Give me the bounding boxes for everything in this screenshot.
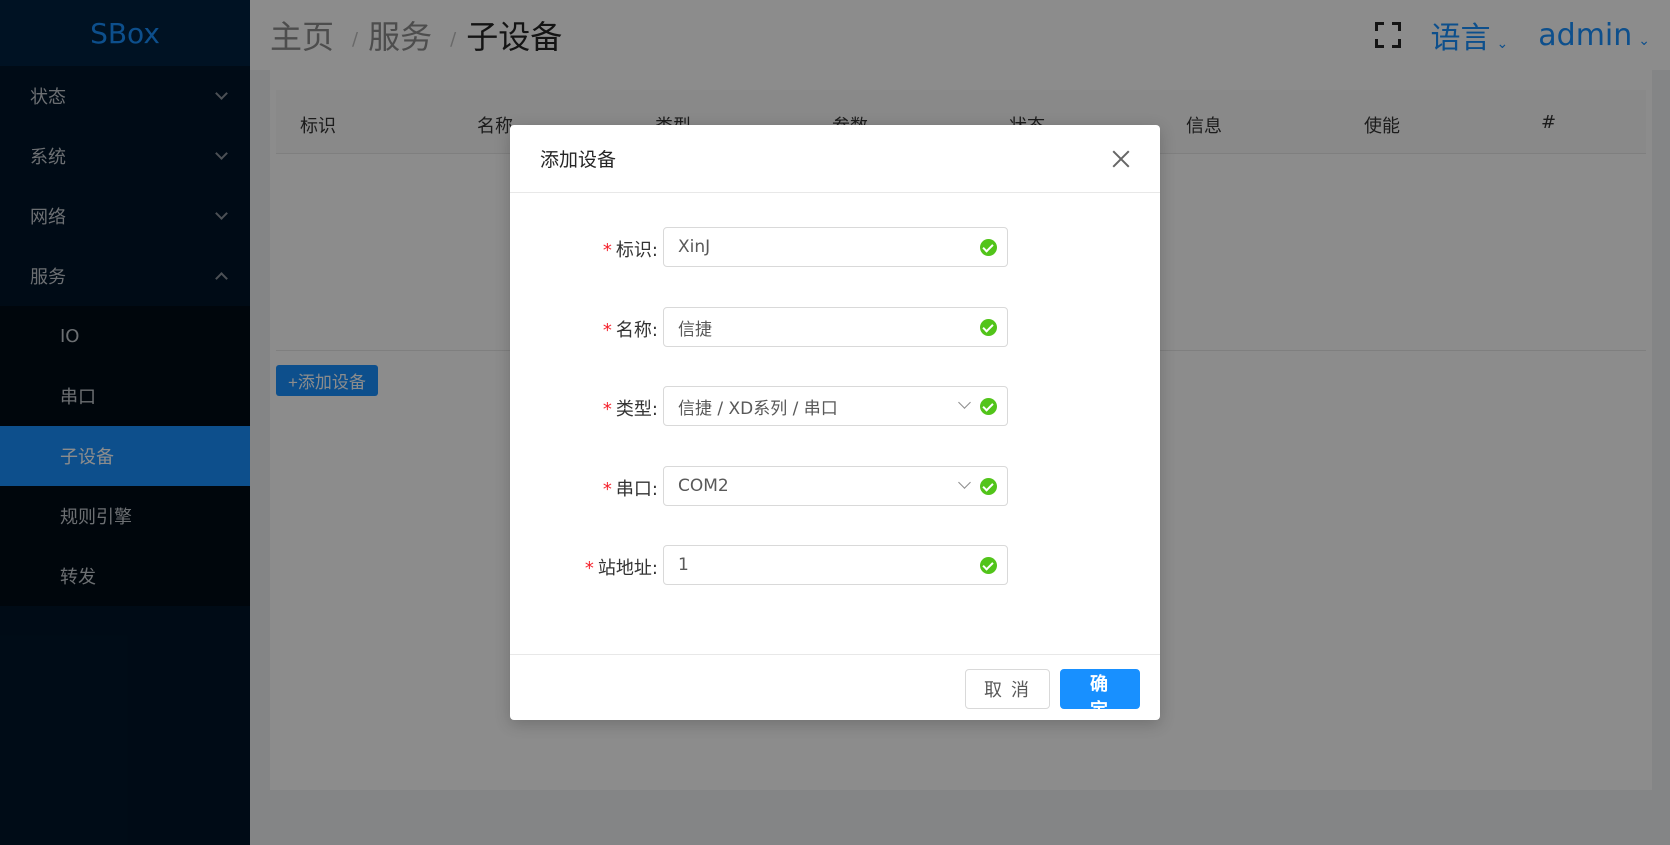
add-device-dialog: 添加设备 * 标识: XinJ * 名称: 信捷 * 类型: 信捷 / XD系列 / … (510, 125, 1160, 720)
field-label: * 类型: (603, 395, 658, 421)
label-text: 站地址: (597, 558, 658, 579)
check-circle-icon (980, 478, 997, 495)
form-row-type: * 类型: 信捷 / XD系列 / 串口 (510, 386, 1160, 426)
check-circle-icon (980, 398, 997, 415)
label-text: 标识: (615, 240, 658, 261)
required-mark: * (602, 479, 612, 500)
field-label: * 站地址: (585, 554, 658, 580)
input-value: XinJ (678, 237, 711, 257)
check-circle-icon (980, 239, 997, 256)
label-text: 名称: (615, 320, 658, 341)
station-address-input[interactable]: 1 (663, 545, 1008, 585)
dialog-header: 添加设备 (510, 125, 1160, 193)
label-text: 串口: (615, 479, 658, 500)
form-row-serial: * 串口: COM2 (510, 466, 1160, 506)
label-text: 类型: (615, 399, 658, 420)
required-mark: * (602, 399, 612, 420)
name-input[interactable]: 信捷 (663, 307, 1008, 347)
check-circle-icon (980, 319, 997, 336)
check-circle-icon (980, 557, 997, 574)
select-value: COM2 (678, 476, 729, 496)
field-label: * 串口: (603, 475, 658, 501)
close-icon[interactable] (1112, 150, 1130, 168)
required-mark: * (602, 320, 612, 341)
form-row-station: * 站地址: 1 (510, 545, 1160, 585)
required-mark: * (602, 240, 612, 261)
confirm-button[interactable]: 确 定 (1060, 669, 1140, 720)
cancel-button[interactable]: 取 消 (964, 669, 1050, 709)
input-value: 1 (678, 555, 689, 575)
dialog-footer: 取 消 确 定 (510, 654, 1160, 720)
input-value: 信捷 (678, 319, 712, 340)
id-input[interactable]: XinJ (663, 227, 1008, 267)
type-cascader[interactable]: 信捷 / XD系列 / 串口 (663, 386, 1008, 426)
select-value: 信捷 / XD系列 / 串口 (678, 398, 838, 419)
chevron-down-icon (958, 476, 971, 489)
serial-port-select[interactable]: COM2 (663, 466, 1008, 506)
required-mark: * (584, 558, 594, 579)
field-label: * 标识: (603, 236, 658, 262)
form-row-id: * 标识: XinJ (510, 227, 1160, 267)
field-label: * 名称: (603, 316, 658, 342)
chevron-down-icon (958, 396, 971, 409)
dialog-title: 添加设备 (540, 149, 617, 171)
form-row-name: * 名称: 信捷 (510, 307, 1160, 347)
